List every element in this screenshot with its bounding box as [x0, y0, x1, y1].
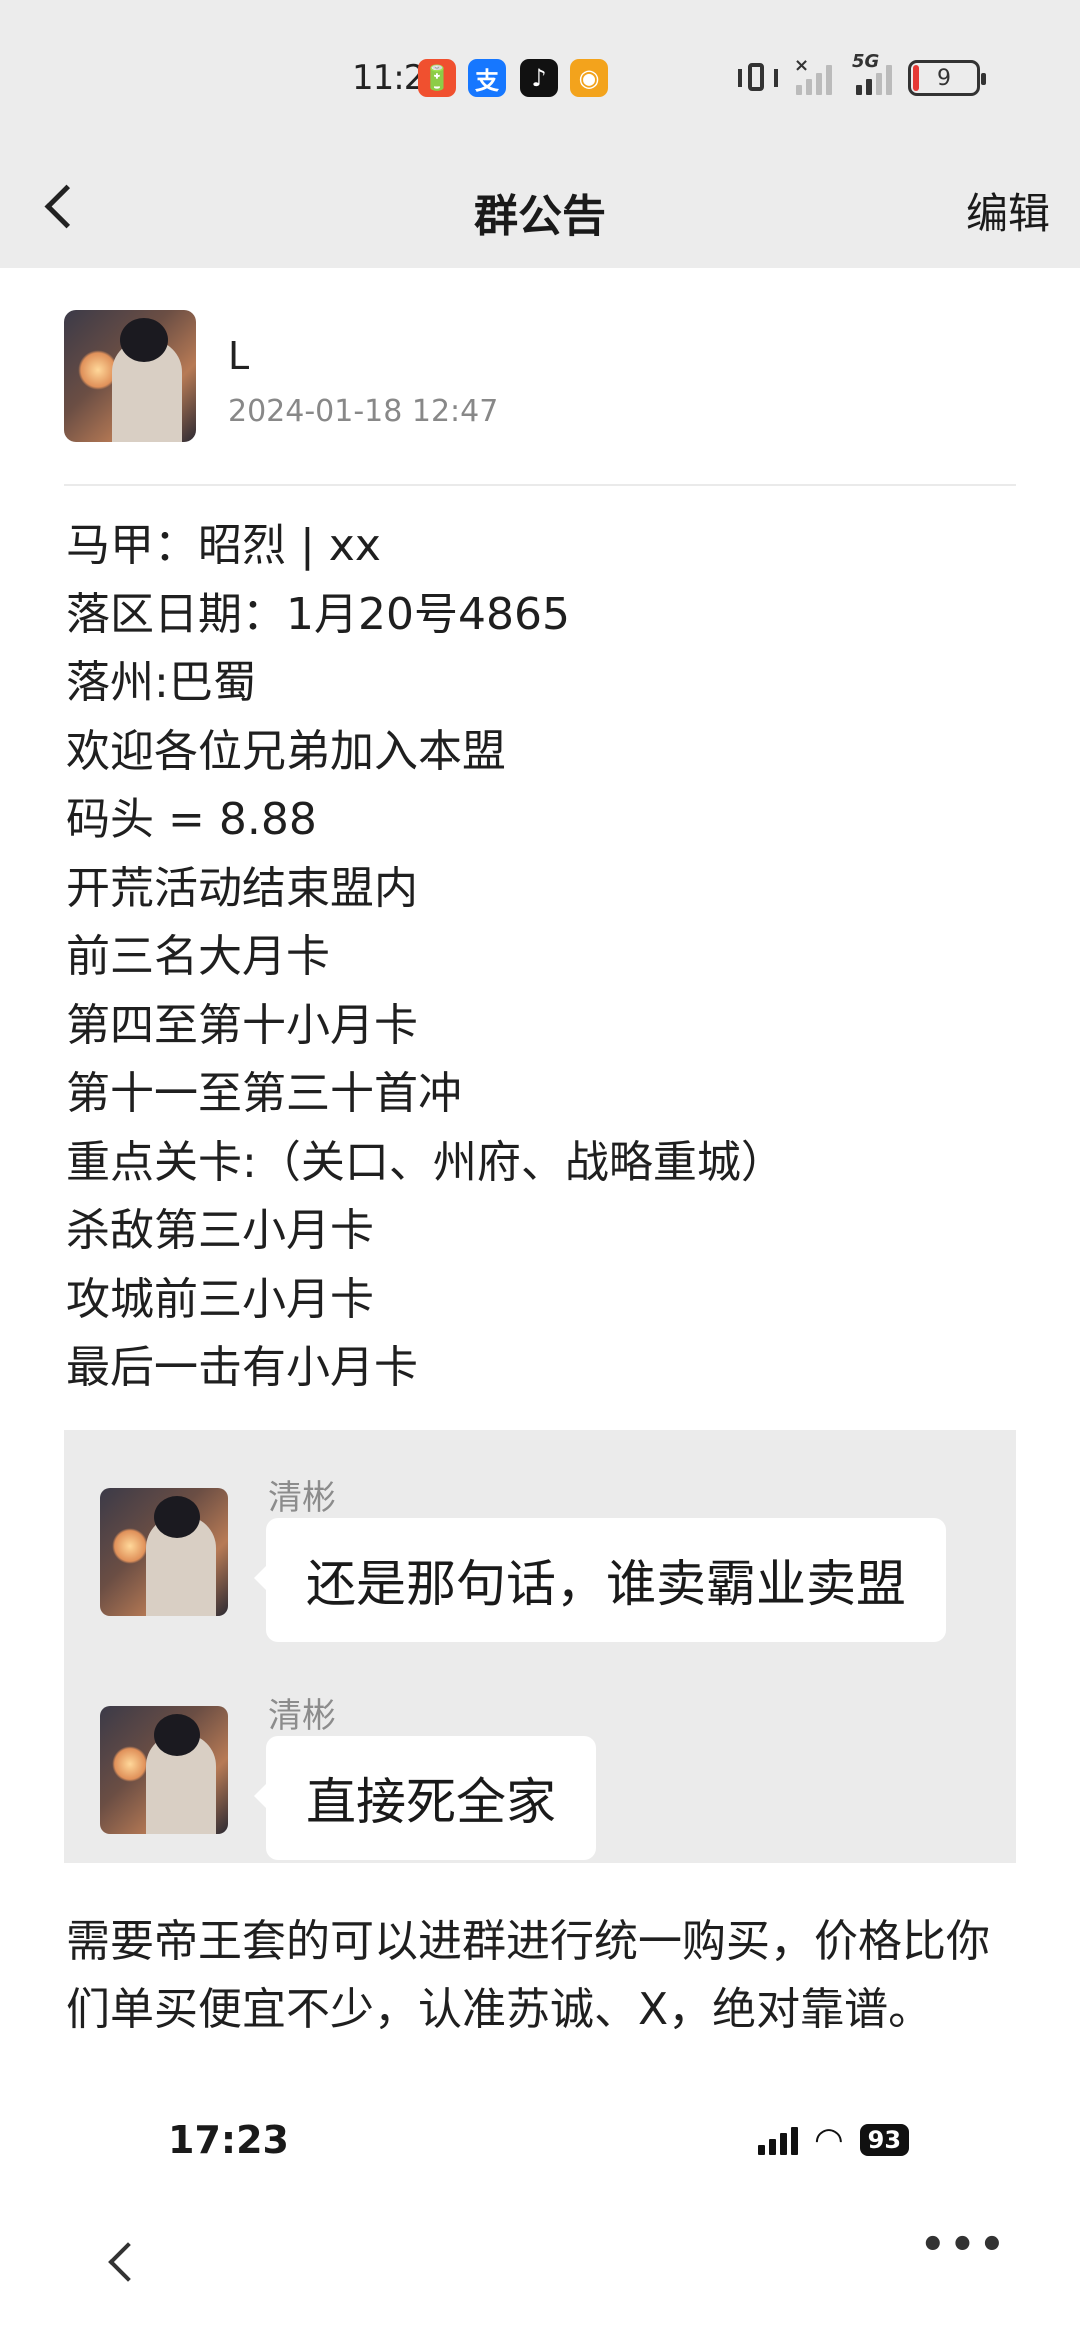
status-bar: 11:24 🔋 支 ♪ ◉ × 5G 9 [0, 0, 1080, 150]
announcement-line: 马甲：昭烈 | xx [66, 520, 381, 571]
announcement-line: 欢迎各位兄弟加入本盟 [66, 725, 506, 777]
signal-icon [758, 2125, 798, 2155]
vibrate-icon [736, 61, 780, 95]
battery-app-icon: 🔋 [418, 59, 456, 97]
chat-sender-name: 清彬 [268, 1478, 336, 1518]
signal-icon-sim2: 5G [852, 51, 892, 95]
announcement-line: 开荒活动结束盟内 [66, 862, 418, 914]
author-name: L [228, 334, 250, 378]
embedded-status-indicators: ◠ 93 [758, 2120, 910, 2160]
embedded-back-button[interactable] [104, 2232, 154, 2292]
chevron-left-icon [108, 2242, 148, 2282]
status-indicators: × 5G 9 [736, 51, 986, 100]
battery-icon: 9 [908, 60, 986, 96]
announcement-line: 前三名大月卡 [66, 931, 330, 982]
announcement-author: L 2024-01-18 12:47 [64, 310, 1014, 444]
avatar[interactable] [64, 310, 196, 442]
more-dots-icon[interactable]: ••• [920, 2222, 1009, 2268]
announcement-line: 落区日期：1月20号4865 [66, 588, 570, 640]
announcement-line: 杀敌第三小月卡 [66, 1205, 374, 1256]
page-header: 群公告 编辑 [0, 150, 1080, 268]
edit-button[interactable]: 编辑 [966, 180, 1050, 241]
author-timestamp: 2024-01-18 12:47 [228, 394, 499, 429]
wifi-icon: ◠ [814, 2120, 844, 2160]
chat-sender-name: 清彬 [268, 1696, 336, 1736]
announcement-line: 第四至第十小月卡 [66, 999, 418, 1051]
embedded-battery: 93 [859, 2124, 910, 2156]
announcement-line: 攻城前三小月卡 [66, 1273, 374, 1325]
chat-avatar [100, 1488, 228, 1616]
page-title: 群公告 [474, 191, 606, 242]
chat-screenshot-image[interactable]: 清彬 还是那句话，谁卖霸业卖盟 清彬 直接死全家 [64, 1430, 1016, 1863]
announcement-line: 落州:巴蜀 [66, 657, 257, 708]
announcement-line: 第十一至第三十首冲 [66, 1068, 462, 1119]
chat-avatar [100, 1706, 228, 1834]
alipay-icon: 支 [468, 59, 506, 97]
battery-level: 9 [937, 65, 951, 91]
weibo-icon: ◉ [570, 59, 608, 97]
tiktok-icon: ♪ [520, 59, 558, 97]
announcement-footer-text: 需要帝王套的可以进群进行统一购买，价格比你们单买便宜不少，认准苏诚、X，绝对靠谱… [66, 1916, 990, 2035]
divider [64, 484, 1016, 486]
announcement-body: 马甲：昭烈 | xx 落区日期：1月20号4865 落州:巴蜀 欢迎各位兄弟加入… [66, 512, 1016, 1403]
signal-icon-sim1: × [794, 55, 832, 95]
announcement-line: 重点关卡:（关口、州府、战略重城） [66, 1136, 785, 1188]
embedded-status-time: 17:23 [168, 2118, 289, 2162]
announcement-line: 最后一击有小月卡 [66, 1342, 418, 1393]
announcement-line: 码头 = 8.88 [66, 794, 317, 845]
embedded-status-screenshot: 17:23 ◠ 93 ••• [0, 2090, 1080, 2340]
top-bar-area: 11:24 🔋 支 ♪ ◉ × 5G 9 群公告 编辑 [0, 0, 1080, 268]
chat-bubble: 还是那句话，谁卖霸业卖盟 [254, 1518, 946, 1642]
chat-bubble: 直接死全家 [254, 1736, 596, 1860]
